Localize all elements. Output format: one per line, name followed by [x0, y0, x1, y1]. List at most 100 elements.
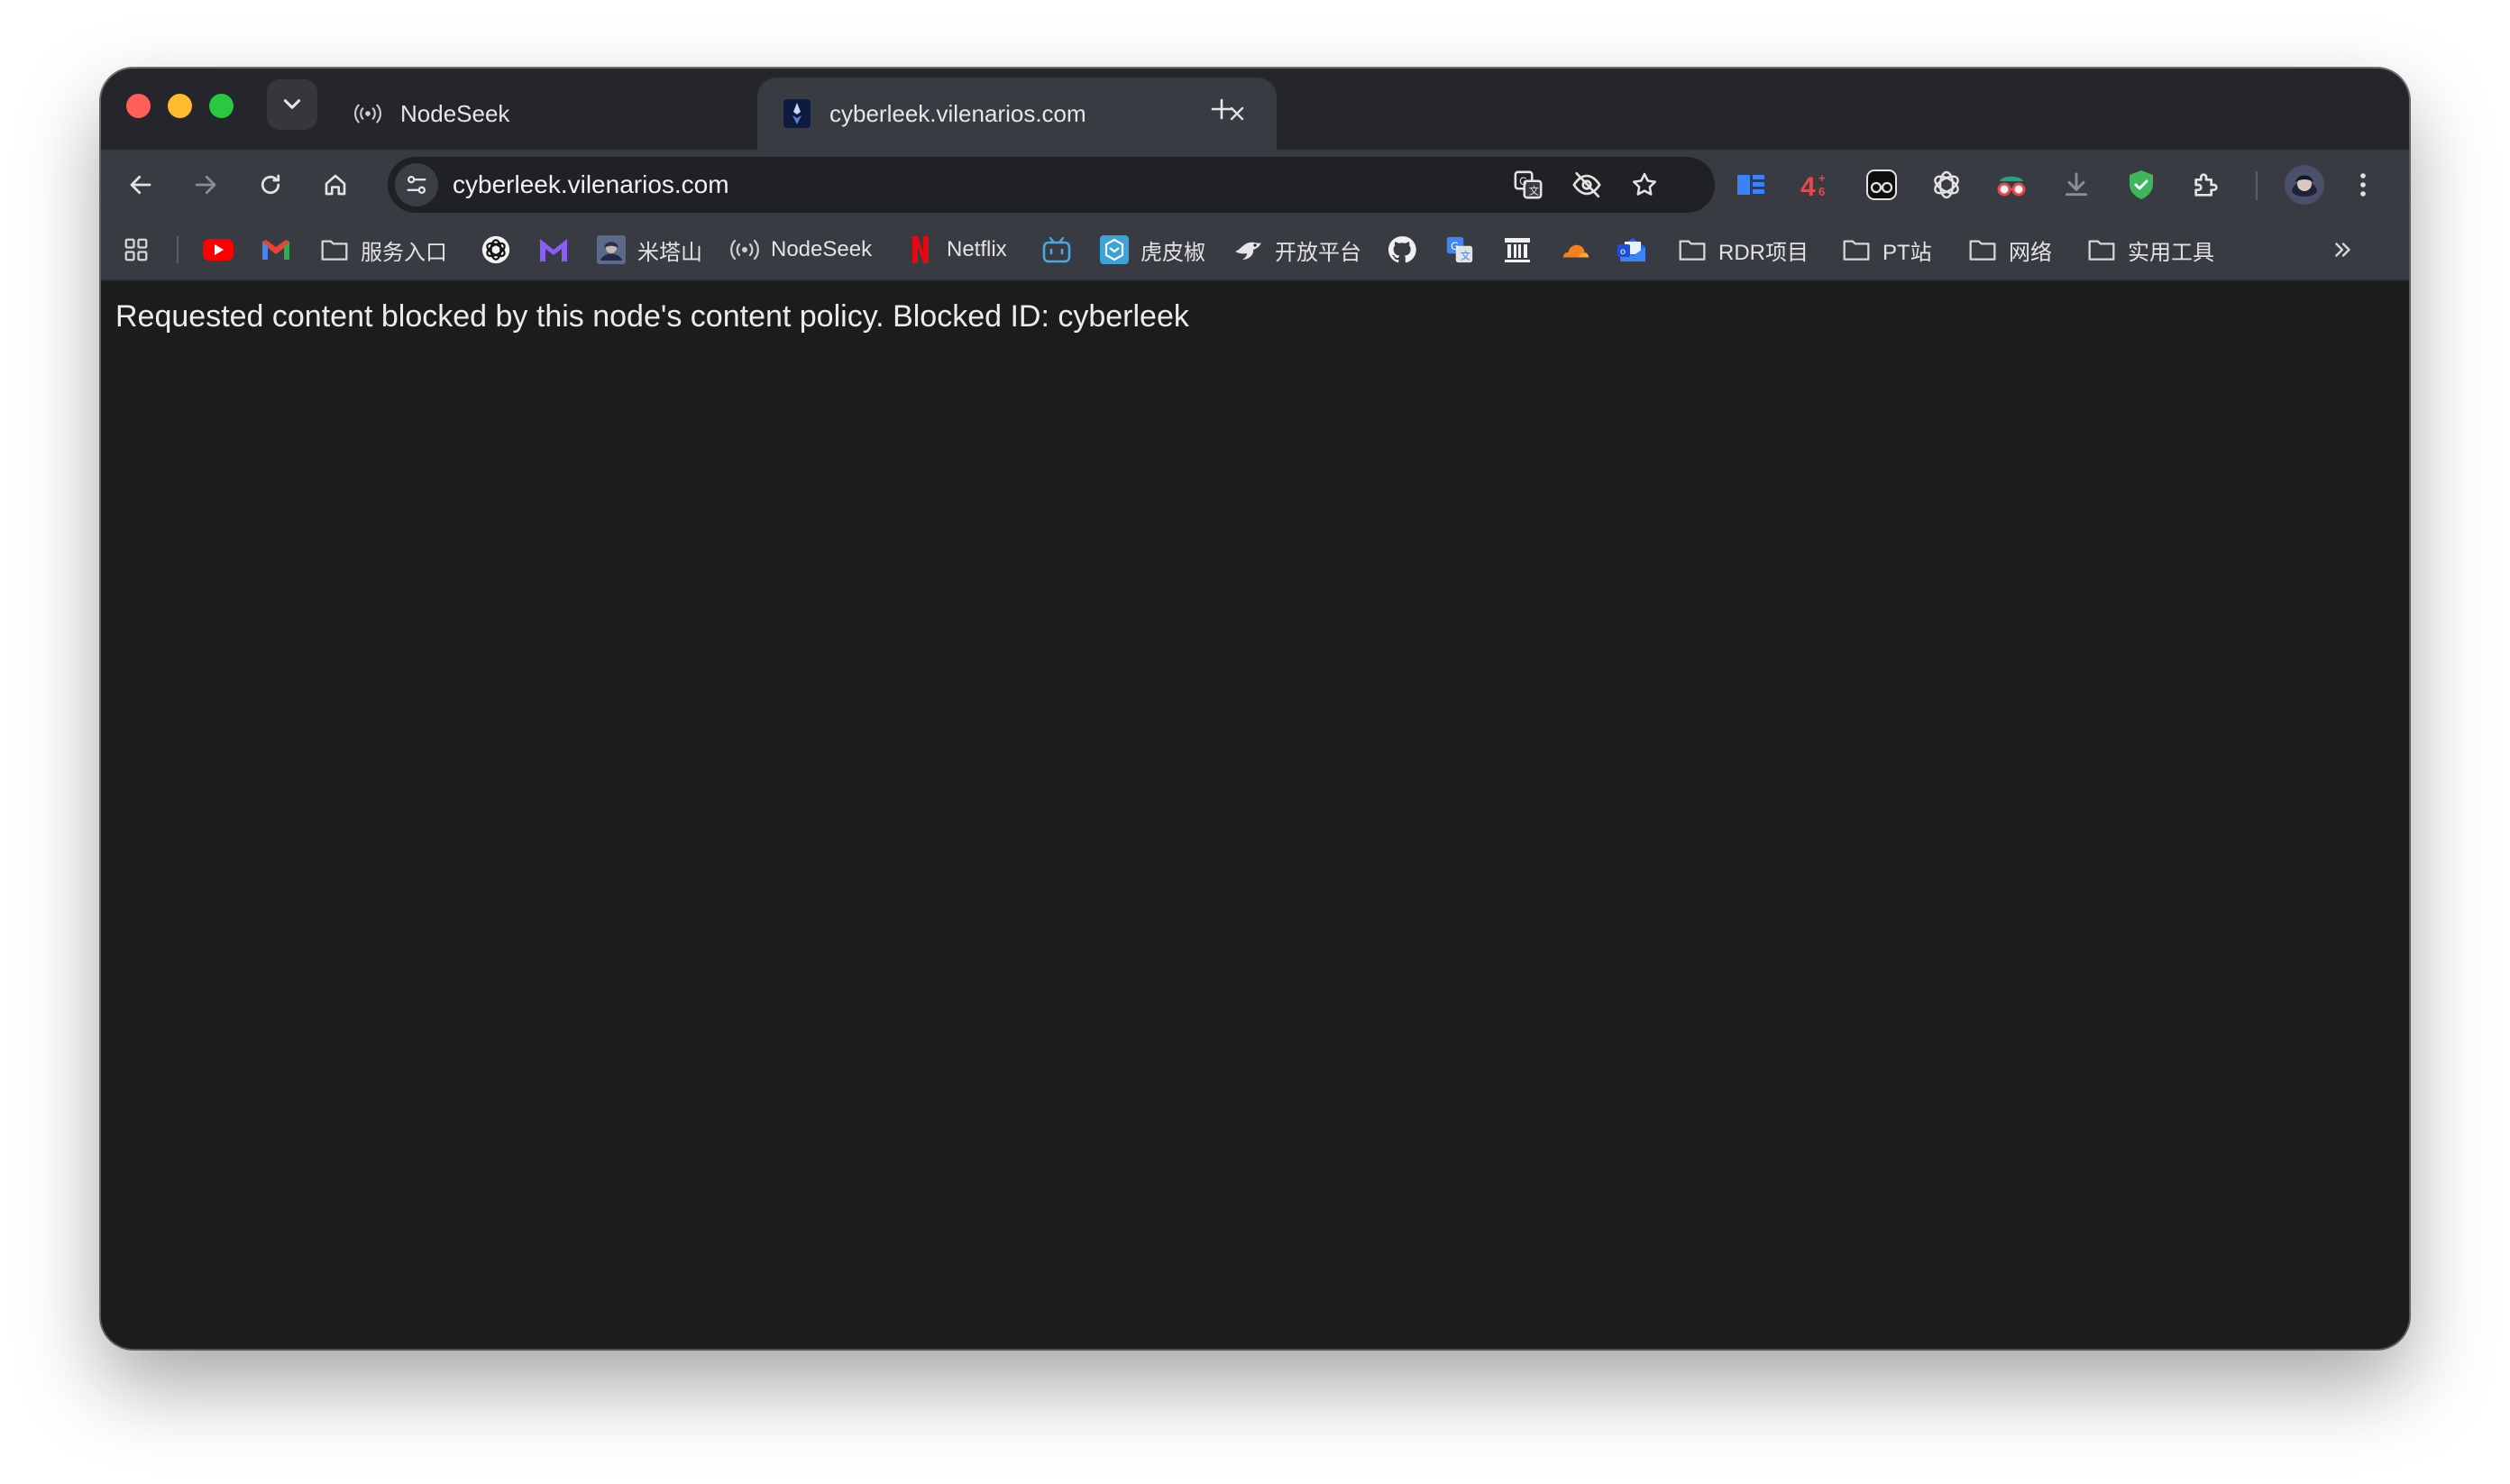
cloudflare-icon	[1560, 234, 1590, 265]
new-tab-button[interactable]	[1199, 87, 1244, 132]
folder-icon	[2086, 234, 2117, 265]
bookmark-label: 开放平台	[1275, 240, 1361, 265]
bookmark-mail-app[interactable]: o	[1617, 220, 1648, 279]
svg-text:文: 文	[1461, 250, 1470, 262]
bookmark-folder[interactable]: 服务入口	[319, 220, 447, 279]
bookmarks-bar: 服务入口 米塔山 NodeSeek Netflix 虎皮椒 开放平台 G 文 o…	[101, 220, 2409, 281]
folder-icon	[319, 234, 350, 265]
reader-icon[interactable]	[1730, 164, 1772, 206]
netflix-icon	[905, 234, 936, 265]
svg-text:o: o	[1620, 247, 1626, 257]
svg-text:+: +	[1818, 171, 1826, 185]
bookmark-label: 网络	[2009, 240, 2052, 265]
bookmark-label: Netflix	[947, 237, 1007, 261]
double-chevron-right-icon	[2328, 234, 2359, 265]
home-button[interactable]	[313, 162, 358, 207]
bookmark-label: NodeSeek	[771, 237, 873, 261]
glasses-extension-icon[interactable]	[1861, 164, 1902, 206]
m-logo-icon	[538, 234, 569, 265]
broadcast-icon	[729, 234, 760, 265]
arrow-right-icon	[195, 175, 216, 195]
bookmark-folder-network[interactable]: 网络	[1967, 220, 2052, 279]
bookmarks-overflow-button[interactable]	[2328, 220, 2359, 279]
bookmark-archive[interactable]	[1502, 220, 1533, 279]
bookmark-translate[interactable]: G文	[1444, 220, 1475, 279]
bookmark-label: 实用工具	[2128, 240, 2214, 265]
bookmark-youtube[interactable]	[203, 220, 234, 279]
shield-icon[interactable]	[2121, 164, 2162, 206]
tab-title: NodeSeek	[400, 99, 510, 127]
tab-strip: NodeSeek cyberleek.vilenarios.com	[101, 69, 2409, 150]
gmail-icon	[261, 234, 291, 265]
maximize-window-button[interactable]	[209, 94, 234, 118]
bookmark-star-icon[interactable]	[1626, 167, 1663, 203]
translate-icon[interactable]: G文	[1510, 167, 1546, 203]
mail-app-icon: o	[1617, 234, 1648, 265]
bookmark-label: PT站	[1882, 240, 1932, 265]
folder-icon	[1967, 234, 1998, 265]
site-info-button[interactable]	[395, 163, 438, 206]
url-text[interactable]: cyberleek.vilenarios.com	[453, 157, 1444, 213]
reload-button[interactable]	[248, 162, 293, 207]
bookmark-gmail[interactable]	[261, 220, 291, 279]
bookmark-label: RDR项目	[1718, 240, 1809, 265]
bookmark-label: 服务入口	[361, 240, 447, 265]
bookmark-m-logo[interactable]	[538, 220, 569, 279]
bookmark-label: 虎皮椒	[1140, 240, 1205, 265]
back-button[interactable]	[118, 162, 163, 207]
folder-icon	[1841, 234, 1872, 265]
chevron-down-icon	[283, 99, 301, 109]
puzzle-icon[interactable]	[2185, 164, 2227, 206]
blocked-message: Requested content blocked by this node's…	[115, 299, 1189, 334]
folder-icon	[1677, 234, 1708, 265]
youtube-icon	[203, 234, 234, 265]
close-window-button[interactable]	[126, 94, 151, 118]
bookmark-folder-tools[interactable]: 实用工具	[2086, 220, 2214, 279]
address-bar[interactable]: cyberleek.vilenarios.com G文	[388, 157, 1715, 213]
home-icon	[325, 174, 346, 196]
eye-slash-icon[interactable]	[1569, 167, 1605, 203]
counter-extension-icon[interactable]: 4 +6	[1796, 164, 1837, 206]
tune-icon	[407, 175, 426, 195]
arrow-left-icon	[130, 175, 151, 195]
spy-extension-icon[interactable]	[1991, 164, 2032, 206]
bookmark-netflix[interactable]: Netflix	[905, 220, 1007, 279]
svg-text:4: 4	[1800, 172, 1816, 201]
bird-icon	[1233, 234, 1264, 265]
site-favicon-icon	[783, 99, 811, 128]
openai-icon[interactable]	[1926, 164, 1967, 206]
openai-icon	[481, 234, 511, 265]
svg-text:文: 文	[1529, 185, 1539, 197]
bookmark-label: 米塔山	[637, 240, 702, 265]
bookmark-openai[interactable]	[481, 220, 511, 279]
bookmark-mitashan[interactable]: 米塔山	[596, 220, 702, 279]
archive-icon	[1502, 234, 1533, 265]
bookmark-folder-pt[interactable]: PT站	[1841, 220, 1932, 279]
bookmark-open-platform[interactable]: 开放平台	[1233, 220, 1361, 279]
translate-icon: G文	[1444, 234, 1475, 265]
profile-avatar[interactable]	[2282, 162, 2327, 207]
bookmark-bilibili[interactable]	[1041, 220, 1072, 279]
bookmark-hupijiao[interactable]: 虎皮椒	[1099, 220, 1205, 279]
svg-text:G: G	[1519, 175, 1527, 188]
avatar-icon	[596, 234, 627, 265]
bookmark-github[interactable]	[1387, 220, 1417, 279]
forward-button[interactable]	[183, 162, 228, 207]
svg-text:6: 6	[1818, 185, 1825, 198]
download-icon[interactable]	[2056, 164, 2097, 206]
svg-text:G: G	[1451, 240, 1459, 252]
kebab-menu-icon[interactable]	[2350, 164, 2377, 206]
minimize-window-button[interactable]	[168, 94, 192, 118]
bookmark-apps[interactable]	[121, 220, 151, 279]
bilibili-icon	[1041, 234, 1072, 265]
navigation-toolbar: cyberleek.vilenarios.com G文 4 +6	[101, 150, 2409, 220]
bookmark-cloudflare[interactable]	[1560, 220, 1590, 279]
tab-title: cyberleek.vilenarios.com	[829, 99, 1086, 127]
apps-grid-icon	[121, 234, 151, 265]
hupijiao-icon	[1099, 234, 1130, 265]
reload-icon	[261, 174, 280, 195]
bookmark-folder-rdr[interactable]: RDR项目	[1677, 220, 1809, 279]
plus-icon	[1211, 98, 1232, 120]
tab-search-button[interactable]	[267, 79, 317, 130]
bookmark-nodeseek[interactable]: NodeSeek	[729, 220, 872, 279]
